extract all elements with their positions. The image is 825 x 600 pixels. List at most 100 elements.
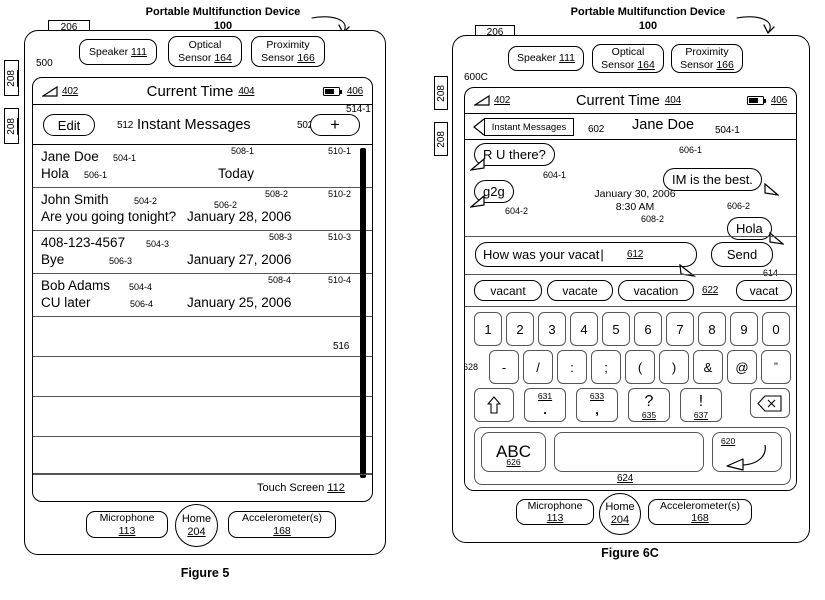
backspace-key[interactable] xyxy=(750,388,790,418)
add-message-button[interactable]: + xyxy=(310,114,360,136)
back-button[interactable]: Instant Messages xyxy=(484,118,574,136)
fig5-edit-ref: 512 xyxy=(117,120,134,131)
fig6c-microphone: Microphone 113 xyxy=(516,499,594,525)
suggestion-chip[interactable]: vacant xyxy=(474,280,542,301)
fig6c-touch-screen[interactable]: 402 Current Time 404 406 Instant Message… xyxy=(464,87,797,491)
shift-key[interactable] xyxy=(474,388,514,422)
send-button-label: Send xyxy=(726,247,758,262)
message-chevron-ref: 510-1 xyxy=(328,146,352,156)
fig6c-bubble-ref-606-1: 606-1 xyxy=(679,145,703,155)
message-date: January 27, 2006 xyxy=(187,252,292,267)
return-arrow-icon xyxy=(726,444,766,471)
space-key-ref: 624 xyxy=(617,473,634,484)
message-sender-ref: 504-3 xyxy=(146,239,170,249)
bubble-tail-left-icon xyxy=(470,195,485,208)
current-word-chip[interactable]: vacat xyxy=(736,280,792,301)
key-quote[interactable]: " xyxy=(761,350,791,384)
message-date-ref: 508-1 xyxy=(231,146,255,156)
onscreen-keyboard[interactable]: 1 2 3 4 5 6 7 8 9 0 - / : ; ( ) & @ " 63… xyxy=(465,307,796,490)
key-6[interactable]: 6 xyxy=(634,312,662,346)
key-4[interactable]: 4 xyxy=(570,312,598,346)
message-date-ref: 508-2 xyxy=(265,189,289,199)
home-button-label: Home xyxy=(605,501,635,514)
fig5-optical-sensor-label2: Sensor 164 xyxy=(178,51,232,64)
key-question[interactable]: ? 635 xyxy=(628,388,670,422)
scrollbar[interactable] xyxy=(360,148,366,478)
key-slash[interactable]: / xyxy=(523,350,553,384)
message-bubble-text: g2g xyxy=(483,184,505,199)
table-row-empty[interactable] xyxy=(33,437,372,474)
message-sender-ref: 504-1 xyxy=(113,153,137,163)
fig6c-suggestion-divider xyxy=(465,274,796,276)
message-bubble-incoming: R U there? xyxy=(474,143,555,166)
key-at[interactable]: @ xyxy=(727,350,757,384)
conversation-title-ref: 504-1 xyxy=(715,125,740,136)
home-button[interactable]: Home 204 xyxy=(599,493,641,535)
key-1[interactable]: 1 xyxy=(474,312,502,346)
key-7[interactable]: 7 xyxy=(666,312,694,346)
key-paren-close[interactable]: ) xyxy=(659,350,689,384)
suggestions-ref: 622 xyxy=(702,285,719,296)
suggestion-chip[interactable]: vacation xyxy=(618,280,694,301)
key-5[interactable]: 5 xyxy=(602,312,630,346)
key-8[interactable]: 8 xyxy=(698,312,726,346)
fig5-speaker: Speaker 111 xyxy=(79,39,157,65)
fig6c-optical-sensor: Optical Sensor 164 xyxy=(592,44,664,73)
table-row[interactable]: 408-123-4567 504-3 Bye 506-3 January 27,… xyxy=(33,231,372,274)
key-exclamation[interactable]: ! 637 xyxy=(680,388,722,422)
message-date-ref: 508-3 xyxy=(269,232,293,242)
fig6c-back-ref: 602 xyxy=(588,124,605,135)
backspace-icon xyxy=(757,394,782,412)
fig6c-input-divider xyxy=(465,236,796,238)
message-input-field[interactable]: How was your vacat | 612 xyxy=(475,242,697,267)
table-row-empty[interactable] xyxy=(33,397,372,437)
key-paren-open[interactable]: ( xyxy=(625,350,655,384)
fig5-screen-ref: 500 xyxy=(36,58,53,69)
table-row[interactable]: Jane Doe 504-1 Hola 506-1 Today 508-1 51… xyxy=(33,145,372,188)
message-date: January 25, 2006 xyxy=(187,295,292,310)
key-semicolon[interactable]: ; xyxy=(591,350,621,384)
fig5-proximity-sensor-label1: Proximity xyxy=(266,39,310,52)
key-0[interactable]: 0 xyxy=(762,312,790,346)
space-key[interactable] xyxy=(554,432,704,472)
table-row[interactable]: Bob Adams 504-4 CU later 506-4 January 2… xyxy=(33,274,372,317)
key-period[interactable]: 631 . xyxy=(524,388,566,422)
back-button-label: Instant Messages xyxy=(491,121,567,133)
key-hyphen[interactable]: - xyxy=(489,350,519,384)
home-button[interactable]: Home 204 xyxy=(175,504,218,547)
message-date: January 28, 2006 xyxy=(187,209,292,224)
table-row-empty[interactable] xyxy=(33,357,372,397)
abc-key[interactable]: ABC 626 xyxy=(481,432,546,472)
input-bubble-tail-icon xyxy=(679,264,696,277)
key-comma[interactable]: 633 , xyxy=(576,388,618,422)
key-colon[interactable]: : xyxy=(557,350,587,384)
battery-icon xyxy=(322,86,343,96)
message-preview-ref: 506-1 xyxy=(84,170,108,180)
fig6c-battery-ref: 406 xyxy=(770,95,787,106)
return-key[interactable]: 620 xyxy=(712,432,782,472)
key-9[interactable]: 9 xyxy=(730,312,758,346)
message-chevron-ref: 510-3 xyxy=(328,232,352,242)
fig5-touch-screen[interactable]: 402 Current Time 404 406 Edit 512 Instan… xyxy=(32,77,373,502)
battery-icon xyxy=(746,96,767,105)
message-sender-ref: 504-2 xyxy=(134,196,158,206)
fig5-optical-sensor-label1: Optical xyxy=(188,39,222,52)
send-button[interactable]: Send xyxy=(711,242,773,267)
home-button-num: 204 xyxy=(610,514,630,526)
table-row[interactable]: John Smith 504-2 Are you going tonight? … xyxy=(33,188,372,231)
message-preview: Are you going tonight? xyxy=(41,209,177,224)
table-row-empty[interactable] xyxy=(33,317,372,357)
message-sender: Bob Adams xyxy=(41,278,111,293)
message-sender: John Smith xyxy=(41,192,109,207)
key-ampersand[interactable]: & xyxy=(693,350,723,384)
fig6c-device-title-text: Portable Multifunction Device xyxy=(570,6,726,18)
key-3[interactable]: 3 xyxy=(538,312,566,346)
suggestion-chip[interactable]: vacate xyxy=(547,280,613,301)
signal-strength-icon xyxy=(42,85,58,97)
fig6c-time-ref: 404 xyxy=(664,95,681,106)
fig6c-bubble-ref-604-1: 604-1 xyxy=(543,170,567,180)
fig6c-optical-sensor-label1: Optical xyxy=(611,46,645,59)
edit-button[interactable]: Edit xyxy=(43,114,95,136)
fig6c-proximity-sensor: Proximity Sensor 166 xyxy=(671,44,743,73)
key-2[interactable]: 2 xyxy=(506,312,534,346)
